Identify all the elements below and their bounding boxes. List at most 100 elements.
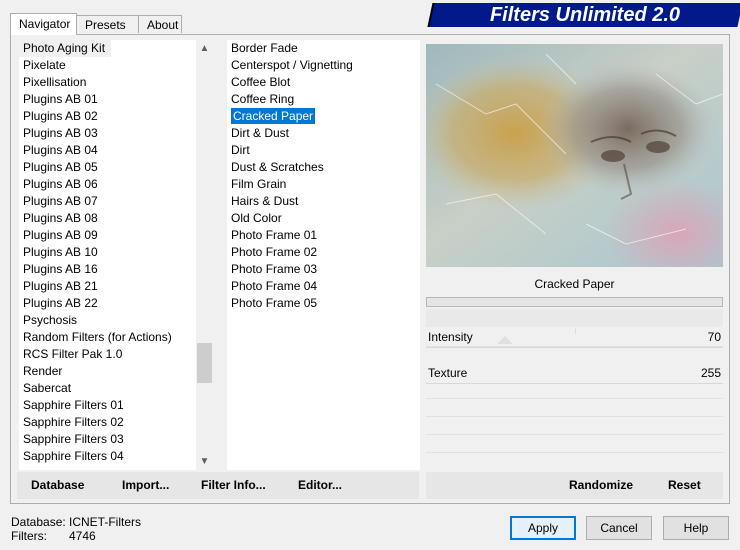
editor-button[interactable]: Editor... (298, 472, 342, 499)
list-item-label: RCS Filter Pak 1.0 (23, 347, 123, 361)
list-item[interactable]: Photo Frame 04 (227, 278, 420, 295)
separator (426, 416, 723, 417)
list-item-label: Sapphire Filters 03 (23, 432, 124, 446)
list-item-label: Plugins AB 01 (23, 92, 98, 106)
progress-bar (426, 297, 723, 307)
list-item[interactable]: Photo Frame 02 (227, 244, 420, 261)
list-item-label: Sapphire Filters 04 (23, 449, 124, 463)
separator (426, 434, 723, 435)
scroll-thumb[interactable] (197, 343, 212, 383)
list-item[interactable]: Plugins AB 09 (19, 227, 197, 244)
list-item[interactable]: Hairs & Dust (227, 193, 420, 210)
separator (426, 452, 723, 453)
list-item[interactable]: Coffee Blot (227, 74, 420, 91)
scroll-down-icon[interactable]: ▼ (196, 453, 213, 470)
list-item[interactable]: Plugins AB 06 (19, 176, 197, 193)
list-item[interactable]: Photo Frame 05 (227, 295, 420, 312)
category-list[interactable]: Photo Aging Kit Pixelate Pixellisation Plug… (19, 40, 197, 470)
param-label: Intensity (428, 330, 473, 344)
list-item[interactable]: Centerspot / Vignetting (227, 57, 420, 74)
list-item[interactable]: Sapphire Filters 02 (19, 414, 197, 431)
list-item[interactable]: Plugins AB 16 (19, 261, 197, 278)
database-button[interactable]: Database (31, 472, 84, 499)
database-value: ICNET-Filters (69, 515, 141, 529)
list-item-label: Photo Aging Kit (23, 41, 106, 55)
list-item[interactable]: Dust & Scratches (227, 159, 420, 176)
apply-button[interactable]: Apply (510, 516, 576, 540)
slider-handle-icon[interactable] (497, 336, 513, 344)
filter-info-button[interactable]: Filter Info... (201, 472, 266, 499)
tab-about[interactable]: About (138, 15, 182, 33)
list-item-label: Pixelate (23, 58, 66, 72)
list-item-label: Coffee Ring (231, 92, 295, 106)
list-item-label: Cracked Paper (231, 108, 316, 124)
list-item[interactable]: Sabercat (19, 380, 197, 397)
list-item[interactable]: Sapphire Filters 01 (19, 397, 197, 414)
list-item[interactable]: Plugins AB 02 (19, 108, 197, 125)
category-scrollbar[interactable]: ▲ ▼ (196, 40, 213, 470)
list-item[interactable]: Film Grain (227, 176, 420, 193)
list-item-label: Photo Frame 04 (231, 279, 318, 293)
param-label: Texture (428, 366, 468, 380)
list-item[interactable]: Border Fade (227, 40, 420, 57)
list-item[interactable]: Photo Frame 01 (227, 227, 420, 244)
list-item[interactable]: Dirt (227, 142, 420, 159)
list-item-label: Old Color (231, 211, 282, 225)
list-item-label: Plugins AB 08 (23, 211, 98, 225)
list-item[interactable]: Photo Frame 03 (227, 261, 420, 278)
list-item[interactable]: Cracked Paper (227, 108, 420, 125)
list-item[interactable]: Plugins AB 10 (19, 244, 197, 261)
list-item[interactable]: Sapphire Filters 04 (19, 448, 197, 465)
cancel-button[interactable]: Cancel (586, 516, 652, 540)
list-item-label: Photo Frame 03 (231, 262, 318, 276)
list-item-label: Plugins AB 03 (23, 126, 98, 140)
list-item[interactable]: Plugins AB 07 (19, 193, 197, 210)
list-item-label: Plugins AB 06 (23, 177, 98, 191)
list-item-label: Pixellisation (23, 75, 87, 89)
list-item-label: Centerspot / Vignetting (231, 58, 353, 72)
list-item-label: Plugins AB 21 (23, 279, 98, 293)
list-item-label: Border Fade (231, 41, 298, 55)
list-item[interactable]: Sapphire Filters 03 (19, 431, 197, 448)
param-texture[interactable]: Texture 255 (426, 364, 723, 384)
list-item-label: Dirt & Dust (231, 126, 290, 140)
filter-list[interactable]: Border Fade Centerspot / Vignetting Coffee… (227, 40, 420, 470)
list-item-label: Dust & Scratches (231, 160, 324, 174)
separator (426, 398, 723, 399)
list-item[interactable]: Pixelate (19, 57, 197, 74)
list-item[interactable]: Plugins AB 04 (19, 142, 197, 159)
list-item-label: Plugins AB 04 (23, 143, 98, 157)
list-item-label: Film Grain (231, 177, 287, 191)
import-button[interactable]: Import... (122, 472, 169, 499)
list-item[interactable]: Plugins AB 08 (19, 210, 197, 227)
list-item-label: Plugins AB 22 (23, 296, 98, 310)
list-item[interactable]: Render (19, 363, 197, 380)
list-item[interactable]: Plugins AB 01 (19, 91, 197, 108)
tab-navigator[interactable]: Navigator (10, 13, 77, 35)
list-item[interactable]: RCS Filter Pak 1.0 (19, 346, 197, 363)
list-item[interactable]: Photo Aging Kit (19, 40, 112, 57)
filter-actions-bar: Database Import... Filter Info... Editor… (17, 472, 419, 499)
list-item-label: Psychosis (23, 313, 78, 327)
tab-presets[interactable]: Presets (76, 15, 139, 33)
randomize-button[interactable]: Randomize (569, 472, 633, 499)
help-button[interactable]: Help (663, 516, 729, 540)
list-item[interactable]: Coffee Ring (227, 91, 420, 108)
scroll-up-icon[interactable]: ▲ (196, 40, 213, 57)
preview-artwork (426, 44, 723, 267)
reset-button[interactable]: Reset (668, 472, 701, 499)
list-item[interactable]: Old Color (227, 210, 420, 227)
param-value: 70 (707, 330, 721, 344)
list-item[interactable]: Plugins AB 22 (19, 295, 197, 312)
list-item[interactable]: Psychosis (19, 312, 197, 329)
database-label: Database: (11, 515, 66, 529)
selected-filter-title: Cracked Paper (534, 277, 615, 291)
list-item[interactable]: Plugins AB 05 (19, 159, 197, 176)
list-item-label: Plugins AB 05 (23, 160, 98, 174)
preview-shade (426, 309, 723, 327)
list-item[interactable]: Dirt & Dust (227, 125, 420, 142)
list-item[interactable]: Plugins AB 21 (19, 278, 197, 295)
list-item[interactable]: Plugins AB 03 (19, 125, 197, 142)
list-item[interactable]: Pixellisation (19, 74, 197, 91)
list-item[interactable]: Random Filters (for Actions) (19, 329, 197, 346)
